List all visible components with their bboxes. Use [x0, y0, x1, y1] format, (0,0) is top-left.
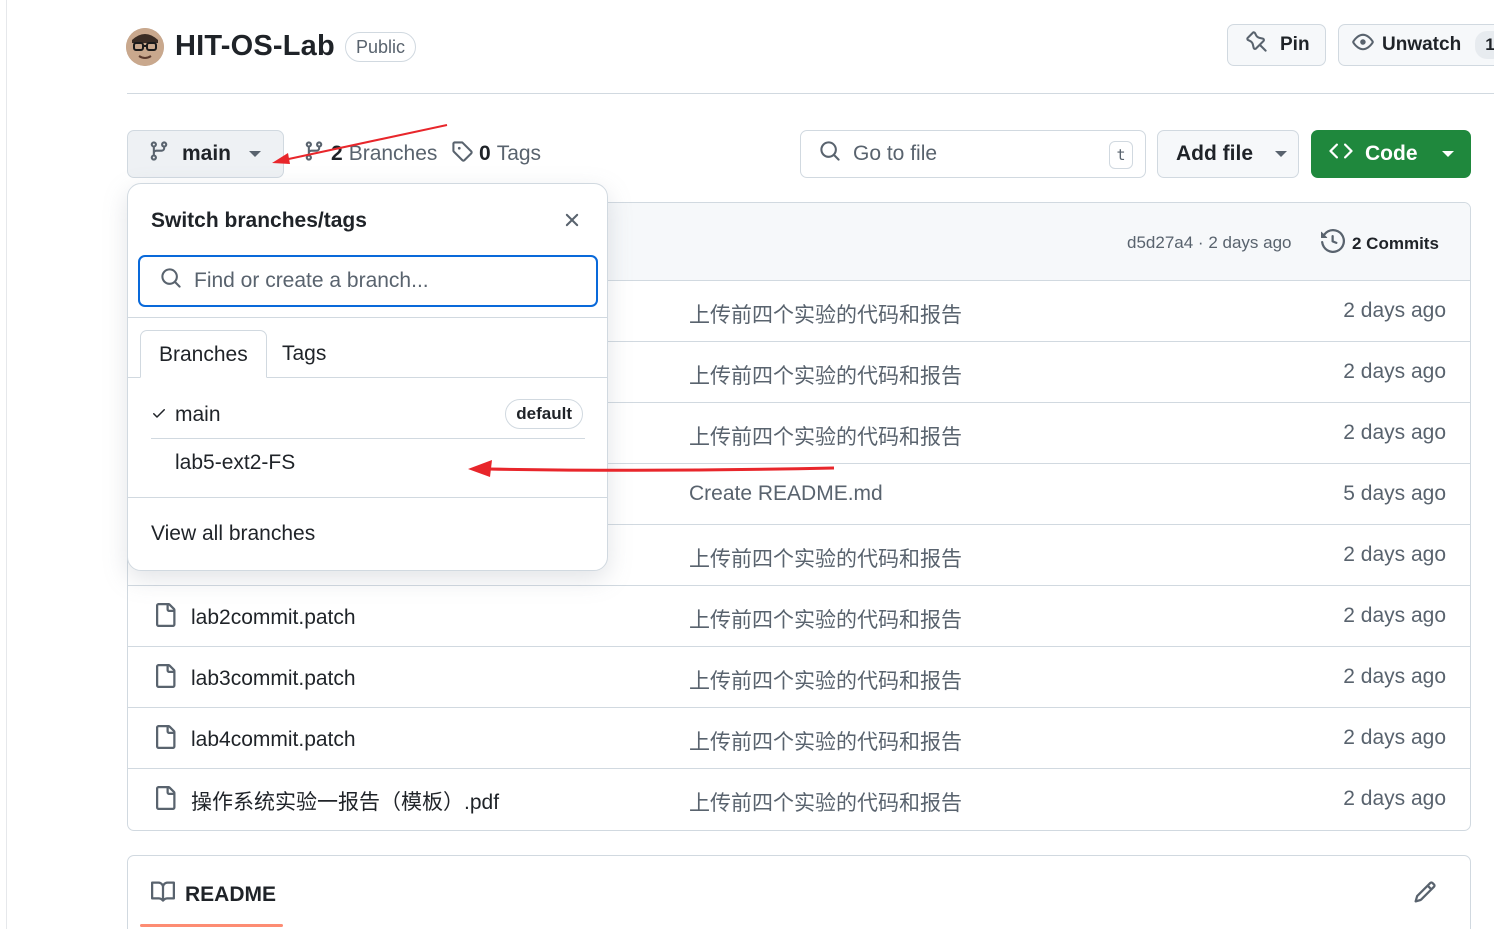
tags-link[interactable]: 0 Tags: [451, 140, 541, 168]
owner-avatar[interactable]: [126, 28, 164, 66]
commit-message[interactable]: 上传前四个实验的代码和报告: [689, 604, 962, 634]
default-badge: default: [505, 399, 583, 429]
search-icon: [819, 140, 841, 168]
commit-message[interactable]: 上传前四个实验的代码和报告: [689, 665, 962, 695]
commit-hash[interactable]: d5d27a4: [1127, 233, 1193, 252]
commit-message[interactable]: 上传前四个实验的代码和报告: [689, 421, 962, 451]
code-button[interactable]: Code: [1311, 130, 1471, 178]
code-label: Code: [1365, 142, 1418, 165]
file-link[interactable]: lab3commit.patch: [153, 664, 356, 694]
commit-age: 2 days ago: [1343, 604, 1446, 627]
commits-label: 2 Commits: [1352, 233, 1439, 253]
left-edge-line: [6, 0, 7, 929]
branch-search-input[interactable]: Find or create a branch...: [138, 255, 598, 307]
commit-time: 2 days ago: [1208, 233, 1292, 252]
branches-label: Branches: [348, 142, 438, 165]
pin-icon: [1246, 31, 1268, 59]
file-icon: [153, 664, 177, 694]
branch-name: lab5-ext2-FS: [175, 451, 296, 474]
commit-age: 5 days ago: [1343, 482, 1446, 505]
go-to-file-placeholder: Go to file: [853, 142, 938, 165]
tab-tags[interactable]: Tags: [264, 330, 344, 378]
add-file-label: Add file: [1176, 142, 1253, 165]
readme-tab[interactable]: README: [151, 880, 276, 910]
tag-icon: [451, 140, 473, 168]
header-divider: [127, 93, 1494, 94]
file-link[interactable]: lab4commit.patch: [153, 725, 356, 755]
commit-message[interactable]: 上传前四个实验的代码和报告: [689, 360, 962, 390]
branch-item-main[interactable]: main default: [151, 391, 585, 439]
current-branch-label: main: [182, 142, 232, 165]
chevron-down-icon: [249, 151, 262, 157]
branch-selector-button[interactable]: main: [127, 130, 284, 178]
branch-name: main: [175, 402, 221, 426]
commit-age: 2 days ago: [1343, 543, 1446, 566]
go-to-file-input[interactable]: Go to file t: [800, 130, 1146, 178]
check-icon: [151, 403, 175, 427]
readme-label: README: [185, 883, 277, 906]
commit-message[interactable]: 上传前四个实验的代码和报告: [689, 787, 962, 817]
chevron-down-icon: [1441, 151, 1454, 157]
file-name: lab3commit.patch: [191, 667, 356, 690]
commit-age: 2 days ago: [1343, 787, 1446, 810]
dropdown-title: Switch branches/tags: [151, 209, 367, 232]
commit-age: 2 days ago: [1343, 665, 1446, 688]
history-icon: [1321, 228, 1346, 258]
table-row: lab4commit.patch 上传前四个实验的代码和报告 2 days ag…: [128, 708, 1470, 769]
file-name: lab2commit.patch: [191, 606, 356, 629]
search-icon: [160, 267, 182, 295]
branch-search-placeholder: Find or create a branch...: [194, 269, 429, 292]
repo-name[interactable]: HIT-OS-Lab: [175, 30, 335, 63]
commit-age: 2 days ago: [1343, 726, 1446, 749]
commit-separator: ·: [1197, 233, 1204, 252]
tags-label: Tags: [496, 142, 542, 165]
divider: [128, 317, 607, 318]
commit-age: 2 days ago: [1343, 360, 1446, 383]
unwatch-label: Unwatch: [1382, 34, 1462, 55]
file-link[interactable]: 操作系统实验一报告（模板）.pdf: [153, 786, 499, 816]
commit-message[interactable]: 上传前四个实验的代码和报告: [689, 299, 962, 329]
tags-count: 0: [479, 142, 491, 165]
branch-dropdown: Switch branches/tags Find or create a br…: [127, 183, 608, 571]
footer-divider: [128, 497, 607, 498]
file-icon: [153, 603, 177, 633]
commit-message[interactable]: 上传前四个实验的代码和报告: [689, 543, 962, 573]
add-file-button[interactable]: Add file: [1157, 130, 1299, 178]
commit-age: 2 days ago: [1343, 299, 1446, 322]
tab-branches[interactable]: Branches: [140, 330, 267, 378]
commits-link[interactable]: 2 Commits: [1321, 228, 1439, 258]
code-icon: [1329, 139, 1353, 169]
book-icon: [151, 880, 176, 910]
view-all-branches-link[interactable]: View all branches: [151, 522, 315, 546]
branch-item-lab5-ext2-fs[interactable]: lab5-ext2-FS: [151, 439, 585, 487]
close-icon[interactable]: [561, 209, 583, 236]
readme-panel: README: [127, 855, 1471, 929]
file-name: 操作系统实验一报告（模板）.pdf: [191, 791, 500, 814]
unwatch-button[interactable]: Unwatch 1: [1338, 24, 1494, 66]
table-row: 操作系统实验一报告（模板）.pdf 上传前四个实验的代码和报告 2 days a…: [128, 769, 1470, 830]
eye-icon: [1352, 31, 1374, 59]
pencil-icon[interactable]: [1413, 880, 1437, 909]
git-branch-icon: [303, 140, 325, 168]
commit-message[interactable]: 上传前四个实验的代码和报告: [689, 726, 962, 756]
latest-commit-meta: d5d27a4 · 2 days ago: [1127, 233, 1292, 253]
chevron-down-icon: [1275, 151, 1287, 157]
branches-link[interactable]: 2 Branches: [303, 140, 437, 168]
file-link[interactable]: lab2commit.patch: [153, 603, 356, 633]
pin-button[interactable]: Pin: [1227, 24, 1326, 66]
git-branch-icon: [148, 140, 170, 168]
table-row: lab2commit.patch 上传前四个实验的代码和报告 2 days ag…: [128, 586, 1470, 647]
commit-message[interactable]: Create README.md: [689, 482, 883, 506]
table-row: lab3commit.patch 上传前四个实验的代码和报告 2 days ag…: [128, 647, 1470, 708]
visibility-badge: Public: [345, 32, 417, 62]
branches-count: 2: [331, 142, 343, 165]
shortcut-key: t: [1109, 141, 1133, 169]
readme-tab-underline: [140, 924, 283, 927]
pin-label: Pin: [1280, 34, 1310, 55]
file-icon: [153, 786, 177, 816]
commit-age: 2 days ago: [1343, 421, 1446, 444]
file-icon: [153, 725, 177, 755]
watch-count: 1: [1475, 31, 1494, 59]
file-name: lab4commit.patch: [191, 728, 356, 751]
